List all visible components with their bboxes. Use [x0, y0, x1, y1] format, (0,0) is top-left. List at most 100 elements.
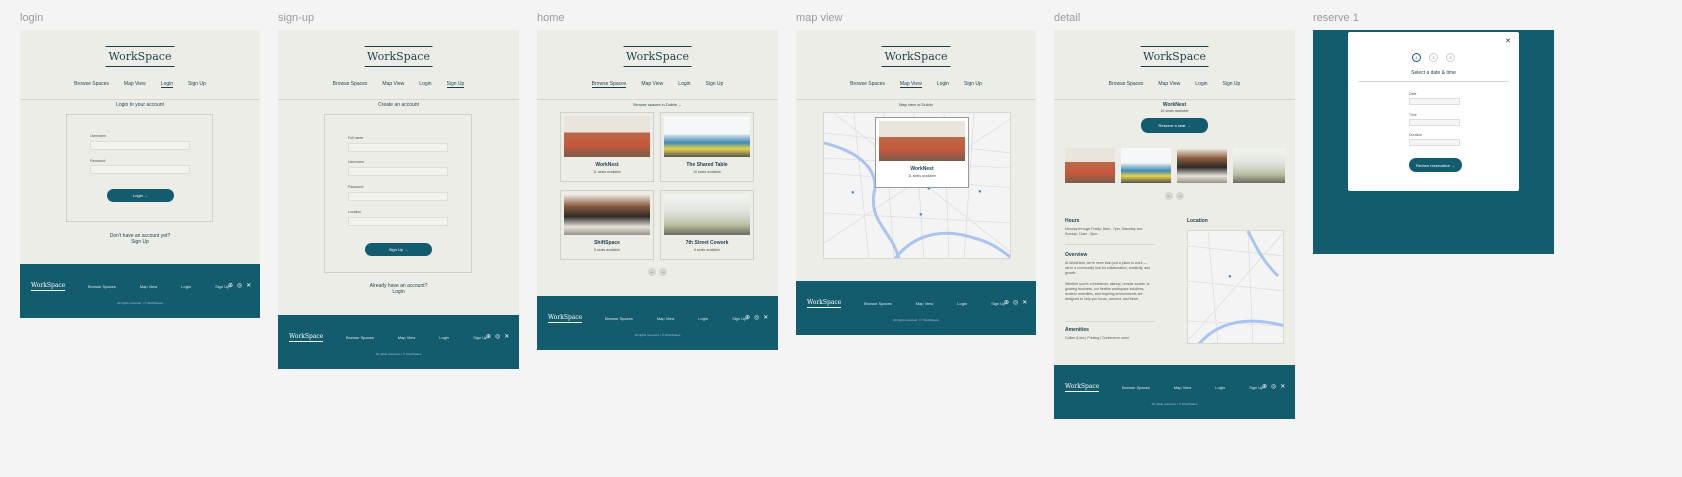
footer-login[interactable]: Login	[439, 335, 449, 340]
nav-browse[interactable]: Browse Spaces	[333, 81, 368, 88]
space-card[interactable]: The Shared Table 19 seats available	[660, 112, 754, 182]
fullname-input[interactable]	[348, 143, 448, 152]
footer-browse[interactable]: Browse Spaces	[346, 335, 374, 340]
instagram-icon[interactable]: ◎	[237, 282, 242, 289]
login-link[interactable]: Login	[278, 289, 519, 295]
nav-map[interactable]: Map View	[124, 81, 146, 88]
next-page-button[interactable]: →	[659, 268, 667, 276]
space-seats: 19 seats available	[692, 170, 722, 174]
footer-browse[interactable]: Browse Spaces	[605, 316, 633, 321]
x-icon[interactable]: ✕	[1022, 299, 1027, 306]
facebook-icon[interactable]: ⊕	[486, 333, 491, 340]
footer-logo[interactable]: WorkSpace	[1065, 383, 1100, 392]
nav-login[interactable]: Login	[419, 81, 431, 88]
location-map[interactable]: ●	[1187, 230, 1284, 344]
date-select[interactable]	[1409, 98, 1460, 105]
close-icon[interactable]: ✕	[1505, 37, 1511, 45]
gallery-photo[interactable]	[1121, 148, 1171, 183]
nav-browse[interactable]: Browse Spaces	[1109, 81, 1144, 87]
duration-select[interactable]	[1409, 139, 1460, 146]
instagram-icon[interactable]: ◎	[754, 314, 759, 321]
nav-browse[interactable]: Browse Spaces	[850, 81, 885, 88]
copyright: All rights reserved. | © WorkSpace	[634, 333, 681, 337]
nav-map[interactable]: Map View	[641, 81, 663, 88]
reserve-seat-button[interactable]: Reserve a seat →	[1141, 118, 1208, 133]
instagram-icon[interactable]: ◎	[495, 333, 500, 340]
nav-map[interactable]: Map View	[1158, 81, 1180, 87]
nav-signup[interactable]: Sign Up	[446, 81, 465, 88]
x-icon[interactable]: ✕	[763, 314, 768, 321]
nav-login[interactable]: Login	[678, 81, 690, 88]
gallery-photo[interactable]	[1065, 148, 1115, 183]
password-input[interactable]	[90, 165, 190, 174]
instagram-icon[interactable]: ◎	[1271, 383, 1276, 390]
footer-browse[interactable]: Browse Spaces	[1122, 385, 1150, 390]
map-popup[interactable]: WorkNest 11 seats available	[875, 117, 969, 188]
footer-logo[interactable]: WorkSpace	[31, 282, 66, 291]
x-icon[interactable]: ✕	[504, 333, 509, 340]
nav-map[interactable]: Map View	[899, 81, 922, 88]
logo[interactable]: WorkSpace	[364, 46, 433, 67]
nav-signup[interactable]: Sign Up	[706, 81, 724, 88]
password-input[interactable]	[348, 192, 448, 201]
review-reservation-button[interactable]: Review reservation →	[1409, 158, 1462, 172]
facebook-icon[interactable]: ⊕	[745, 314, 750, 321]
location-input[interactable]	[348, 217, 448, 226]
main-nav: Browse Spaces Map View Login Sign Up	[537, 81, 778, 88]
space-seats: 5 seats available	[593, 248, 621, 252]
username-input[interactable]	[348, 167, 448, 176]
map-pin-icon[interactable]: ●	[919, 212, 923, 218]
space-card[interactable]: 7th Street Cowork 8 seats available	[660, 190, 754, 260]
logo[interactable]: WorkSpace	[105, 46, 175, 67]
footer-map[interactable]: Map View	[657, 316, 675, 321]
facebook-icon[interactable]: ⊕	[228, 282, 233, 289]
footer-map[interactable]: Map View	[1174, 385, 1192, 390]
nav-login[interactable]: Login	[937, 81, 949, 88]
nav-login[interactable]: Login	[1195, 81, 1207, 87]
footer-logo[interactable]: WorkSpace	[807, 299, 842, 308]
map-pin-icon[interactable]: ●	[851, 190, 855, 196]
nav-signup[interactable]: Sign Up	[188, 81, 206, 88]
x-icon[interactable]: ✕	[1280, 383, 1285, 390]
footer-login[interactable]: Login	[1215, 385, 1225, 390]
footer-browse[interactable]: Browse Spaces	[864, 301, 892, 306]
x-icon[interactable]: ✕	[246, 282, 251, 289]
gallery-photo[interactable]	[1233, 148, 1285, 183]
prev-photo-button[interactable]: ←	[1165, 192, 1173, 200]
nav-browse[interactable]: Browse Spaces	[74, 81, 109, 88]
space-card[interactable]: ShiftSpace 5 seats available	[560, 190, 654, 260]
logo[interactable]: WorkSpace	[1140, 46, 1209, 67]
facebook-icon[interactable]: ⊕	[1262, 383, 1267, 390]
footer-login[interactable]: Login	[698, 316, 708, 321]
footer-map[interactable]: Map View	[140, 284, 158, 289]
signup-button[interactable]: Sign Up →	[365, 243, 432, 256]
gallery-photo[interactable]	[1177, 148, 1227, 183]
nav-signup[interactable]: Sign Up	[964, 81, 982, 88]
logo[interactable]: WorkSpace	[623, 46, 692, 67]
logo[interactable]: WorkSpace	[881, 46, 951, 67]
footer-logo[interactable]: WorkSpace	[548, 314, 583, 323]
footer-login[interactable]: Login	[181, 284, 191, 289]
nav-map[interactable]: Map View	[382, 81, 404, 88]
login-button[interactable]: Login →	[107, 189, 174, 202]
nav-login[interactable]: Login	[160, 81, 174, 88]
facebook-icon[interactable]: ⊕	[1004, 299, 1009, 306]
map-pin-icon[interactable]: ●	[1228, 274, 1232, 280]
nav-browse[interactable]: Browse Spaces	[591, 81, 627, 88]
space-card[interactable]: WorkNest 11 seats available	[560, 112, 654, 182]
signup-link[interactable]: Sign Up	[20, 239, 260, 245]
footer-map[interactable]: Map View	[398, 335, 416, 340]
next-photo-button[interactable]: →	[1176, 192, 1184, 200]
footer-login[interactable]: Login	[957, 301, 967, 306]
footer-map[interactable]: Map View	[916, 301, 934, 306]
map-pin-icon[interactable]: ●	[978, 189, 982, 195]
username-input[interactable]	[90, 141, 190, 150]
map[interactable]: ● ● ● ● WorkNest 11 seats available	[823, 112, 1011, 259]
instagram-icon[interactable]: ◎	[1013, 299, 1018, 306]
page-title[interactable]: Browse spaces in Dublin ⌄	[537, 102, 778, 107]
prev-page-button[interactable]: ←	[648, 268, 656, 276]
footer-logo[interactable]: WorkSpace	[289, 333, 324, 342]
time-select[interactable]	[1409, 119, 1460, 126]
footer-browse[interactable]: Browse Spaces	[88, 284, 116, 289]
nav-signup[interactable]: Sign Up	[1223, 81, 1241, 87]
